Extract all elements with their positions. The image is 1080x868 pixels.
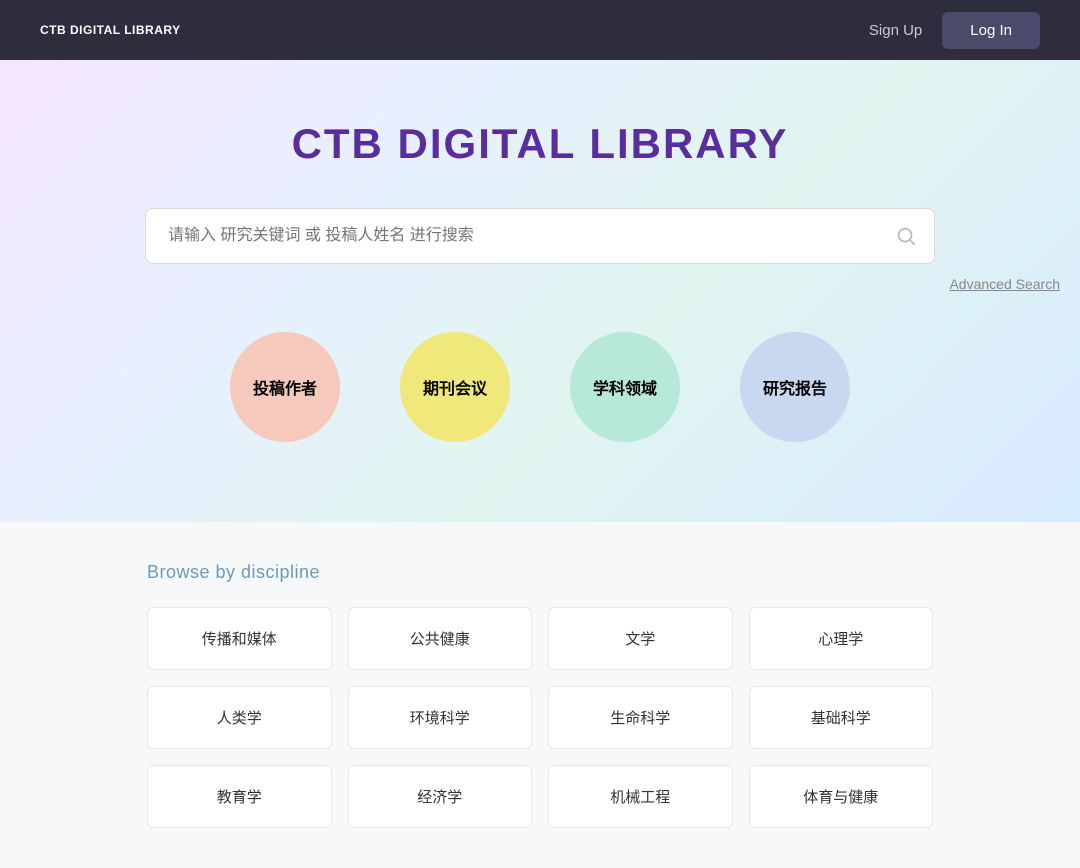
discipline-item[interactable]: 公共健康 [348, 607, 533, 670]
header: CTB DIGITAL LIBRARY Sign Up Log In [0, 0, 1080, 60]
discipline-item[interactable]: 环境科学 [348, 686, 533, 749]
bubble-reports[interactable]: 研究报告 [740, 332, 850, 442]
discipline-item[interactable]: 教育学 [147, 765, 332, 828]
discipline-item[interactable]: 机械工程 [548, 765, 733, 828]
search-input[interactable] [145, 208, 935, 264]
login-button[interactable]: Log In [942, 12, 1040, 49]
logo: CTB DIGITAL LIBRARY [40, 22, 181, 39]
discipline-item[interactable]: 生命科学 [548, 686, 733, 749]
bubble-disciplines[interactable]: 学科领域 [570, 332, 680, 442]
hero-section: CTB DIGITAL LIBRARY Advanced Search 投稿作者… [0, 60, 1080, 522]
search-icon [895, 225, 917, 247]
discipline-item[interactable]: 体育与健康 [749, 765, 934, 828]
bubbles-container: 投稿作者 期刊会议 学科领域 研究报告 [230, 332, 850, 442]
advanced-search-link[interactable]: Advanced Search [270, 276, 1060, 292]
header-nav: Sign Up Log In [869, 12, 1040, 49]
discipline-item[interactable]: 心理学 [749, 607, 934, 670]
browse-section: Browse by discipline 传播和媒体公共健康文学心理学人类学环境… [0, 522, 1080, 868]
hero-title: CTB DIGITAL LIBRARY [292, 120, 789, 168]
browse-title: Browse by discipline [147, 562, 933, 583]
discipline-grid: 传播和媒体公共健康文学心理学人类学环境科学生命科学基础科学教育学经济学机械工程体… [147, 607, 933, 828]
discipline-item[interactable]: 人类学 [147, 686, 332, 749]
search-container [145, 208, 935, 264]
bubble-authors[interactable]: 投稿作者 [230, 332, 340, 442]
discipline-item[interactable]: 经济学 [348, 765, 533, 828]
discipline-item[interactable]: 文学 [548, 607, 733, 670]
bubble-journals[interactable]: 期刊会议 [400, 332, 510, 442]
discipline-item[interactable]: 传播和媒体 [147, 607, 332, 670]
discipline-item[interactable]: 基础科学 [749, 686, 934, 749]
signup-button[interactable]: Sign Up [869, 22, 922, 39]
